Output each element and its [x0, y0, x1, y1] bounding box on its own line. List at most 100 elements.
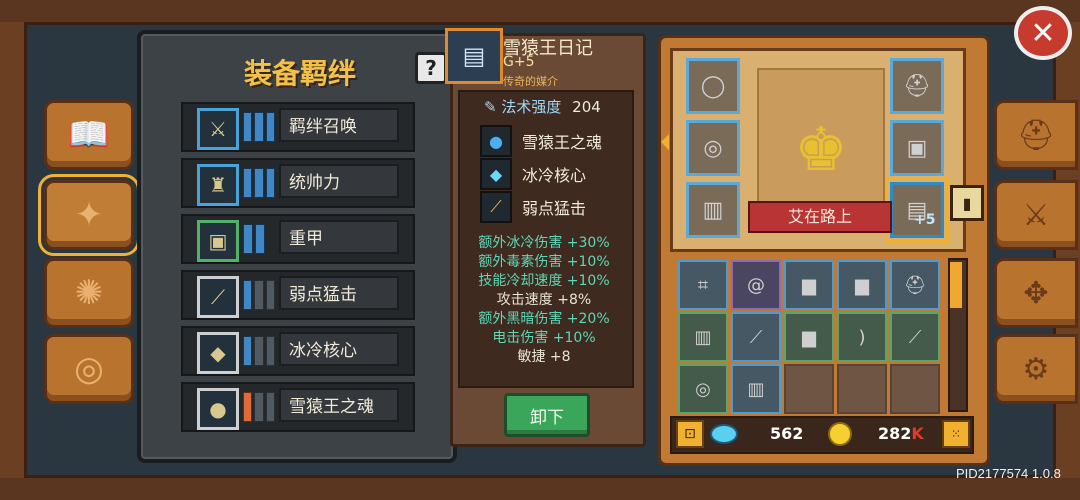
shoulder-armor-icon: ▆ [802, 326, 816, 348]
nav-bag-button[interactable]: ◎ [44, 334, 134, 404]
inventory-empty-slot[interactable] [784, 364, 834, 414]
bond-row-summon[interactable]: ⚔ 羁绊召唤 [181, 102, 415, 152]
inventory-item[interactable]: ◎ [678, 364, 728, 414]
ring-icon: ◎ [695, 378, 711, 400]
inventory-item[interactable]: ⌗ [678, 260, 728, 310]
tab-handle[interactable]: ▮ [950, 185, 984, 221]
inventory-empty-slot[interactable] [837, 364, 887, 414]
spiral-icon: @ [747, 274, 765, 296]
weakness-strike-icon: ⟋ [197, 276, 239, 318]
nav-book-button[interactable]: 📖 [44, 100, 134, 170]
boots-icon: ▥ [702, 197, 724, 223]
bond-row-weakness-strike[interactable]: ⟋ 弱点猛击 [181, 270, 415, 320]
item-skill-weakness-strike: ⟋ 弱点猛击 [480, 191, 586, 223]
coin-amount: 282 [878, 424, 912, 443]
helmet-icon: ⛑ [903, 274, 927, 296]
leadership-icon: ♜ [197, 164, 239, 206]
bandage-icon: ⌗ [697, 274, 709, 296]
scrollbar-thumb[interactable] [950, 262, 962, 308]
inventory-item[interactable]: ▆ [784, 260, 834, 310]
help-button[interactable]: ? [415, 52, 447, 84]
shoulder-armor-icon: ▆ [855, 274, 869, 296]
inventory-item[interactable]: ▥ [678, 312, 728, 362]
top-frame [0, 0, 1080, 25]
lock-icon[interactable]: ⊡ [676, 420, 704, 448]
right-frame [1053, 22, 1080, 478]
upgrade-badge: +5 [914, 212, 936, 228]
sort-icon[interactable]: ⁙ [942, 420, 970, 448]
wand-icon: ✎ [484, 98, 497, 116]
skill-label: 雪猿王之魂 [522, 133, 603, 152]
bond-label: 雪猿王之魂 [279, 388, 399, 422]
boots-slot[interactable]: ▥ [686, 182, 740, 238]
bow-icon: ) [858, 326, 866, 348]
yeti-soul-icon: ● [197, 388, 239, 430]
weakness-strike-icon: ⟋ [480, 191, 512, 223]
bond-label: 冰冷核心 [279, 332, 399, 366]
bond-row-heavy-armor[interactable]: ▣ 重甲 [181, 214, 415, 264]
bond-level-bars [243, 336, 275, 366]
inventory-item[interactable]: ⛑ [890, 260, 940, 310]
bond-row-frost-core[interactable]: ◆ 冰冷核心 [181, 326, 415, 376]
sword-icon: ⟋ [749, 326, 763, 348]
inventory-empty-slot[interactable] [890, 364, 940, 414]
inventory-item[interactable]: ⟋ [890, 312, 940, 362]
shoulder-armor-icon: ▆ [802, 274, 816, 296]
offhand-slot[interactable]: ▤ [885, 177, 949, 243]
compass-icon: ✥ [1023, 275, 1049, 311]
helmet-icon: ⛑ [903, 73, 931, 99]
necklace-slot[interactable]: ◯ [686, 58, 740, 114]
nav-equipment-button[interactable]: ⛑ [994, 100, 1078, 170]
stat-line: 电击伤害 +10% [492, 330, 596, 346]
bond-level-bars [243, 224, 275, 254]
inventory-item[interactable]: ⟋ [731, 312, 781, 362]
handle-icon: ▮ [962, 193, 972, 213]
bond-row-leadership[interactable]: ♜ 统帅力 [181, 158, 415, 208]
nav-runes-button[interactable]: ✺ [44, 258, 134, 328]
bond-label: 统帅力 [279, 164, 399, 198]
bond-level-bars [243, 112, 275, 142]
sword-icon: ⟋ [908, 326, 922, 348]
magic-power-row: ✎ 法术强度 204 [484, 96, 601, 117]
bond-row-yeti-soul[interactable]: ● 雪猿王之魂 [181, 382, 415, 432]
sword-arrow-icon: ⚔ [1022, 197, 1050, 233]
item-skill-frost-core: ◆ 冰冷核心 [480, 158, 586, 190]
inventory-item[interactable]: ▆ [784, 312, 834, 362]
bond-level-bars [243, 168, 275, 198]
helmet-slot[interactable]: ⛑ [890, 58, 944, 114]
bond-level-bars [243, 280, 275, 310]
gear-icon: ⚙ [1022, 351, 1050, 387]
frost-core-icon: ◆ [480, 158, 512, 190]
ring-slot[interactable]: ◎ [686, 120, 740, 176]
magic-power-label: 法术强度 [501, 98, 562, 116]
bond-label: 弱点猛击 [279, 276, 399, 310]
bond-level-bars [243, 392, 275, 422]
diary-book-icon: ▤ [445, 28, 503, 84]
inventory-item[interactable]: @ [731, 260, 781, 310]
inventory-item[interactable]: ) [837, 312, 887, 362]
armor-icon: ▣ [906, 135, 928, 161]
frost-core-icon: ◆ [197, 332, 239, 374]
nav-bonds-button[interactable]: ✦ [38, 174, 140, 256]
unequip-button[interactable]: 卸下 [504, 393, 590, 437]
nav-settings-button[interactable]: ⚙ [994, 334, 1078, 404]
bond-label: 重甲 [279, 220, 399, 254]
coin-suffix: K [911, 424, 924, 443]
yeti-soul-icon: ● [480, 125, 512, 157]
nav-skills-button[interactable]: ⚔ [994, 180, 1078, 250]
nav-talent-button[interactable]: ✥ [994, 258, 1078, 328]
bond-box-icon: ✦ [74, 195, 104, 235]
ring-icon: ◎ [703, 135, 723, 161]
stat-line: 额外黑暗伤害 +20% [478, 311, 610, 327]
close-button[interactable]: ✕ [1014, 6, 1072, 60]
inventory-item[interactable]: ▥ [731, 364, 781, 414]
item-grade: G+5 [503, 54, 535, 70]
bonds-title: 装备羁绊 [244, 57, 357, 90]
inventory-item[interactable]: ▆ [837, 260, 887, 310]
item-rarity: 传奇的媒介 [503, 75, 558, 88]
rune-icon: ✺ [74, 273, 104, 313]
armor-slot[interactable]: ▣ [890, 120, 944, 176]
pointer-arrow-icon [661, 134, 669, 150]
stat-line: 技能冷却速度 +10% [478, 273, 610, 289]
boots-icon: ▥ [694, 326, 712, 348]
